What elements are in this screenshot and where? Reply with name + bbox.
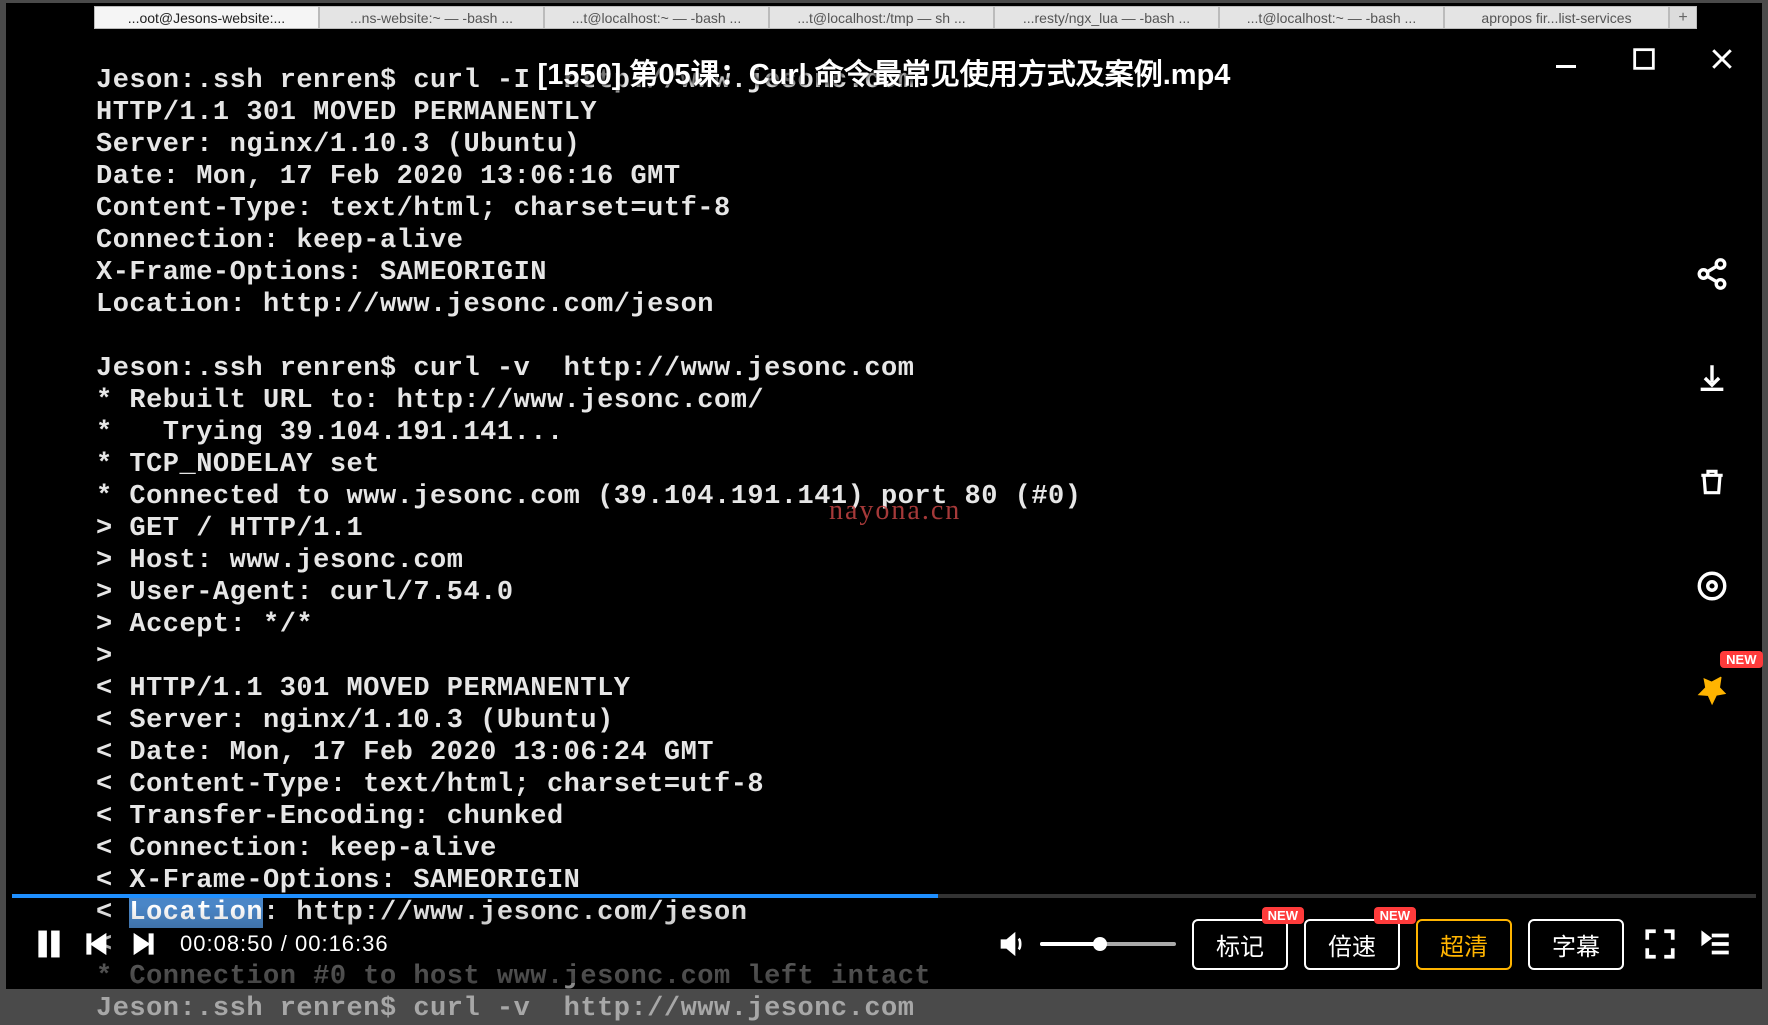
term-line: < Date: Mon, 17 Feb 2020 13:06:24 GMT xyxy=(96,738,714,768)
pause-button[interactable] xyxy=(32,924,66,964)
terminal-tab-5[interactable]: ...resty/ngx_lua — -bash ... xyxy=(994,6,1219,29)
term-line: * Connected to www.jesonc.com (39.104.19… xyxy=(96,482,1081,512)
term-line: < HTTP/1.1 301 MOVED PERMANENTLY xyxy=(96,674,630,704)
volume-thumb[interactable] xyxy=(1093,937,1107,951)
share-icon[interactable] xyxy=(1681,243,1743,305)
progress-bar[interactable] xyxy=(12,894,1756,898)
speed-button[interactable]: 倍速 NEW xyxy=(1304,919,1400,970)
term-line: < X-Frame-Options: SAMEORIGIN xyxy=(96,866,580,896)
term-line: HTTP/1.1 301 MOVED PERMANENTLY xyxy=(96,98,597,128)
term-line: Jeson:.ssh renren$ curl -v http://www.je… xyxy=(96,994,914,1024)
subtitle-button[interactable]: 字幕 xyxy=(1528,919,1624,970)
previous-button[interactable] xyxy=(82,929,112,959)
term-line: * Rebuilt URL to: http://www.jesonc.com/ xyxy=(96,386,764,416)
new-badge: NEW xyxy=(1720,651,1762,668)
progress-played xyxy=(12,894,938,898)
term-line: < Connection: keep-alive xyxy=(96,834,497,864)
playlist-button[interactable] xyxy=(1696,924,1736,964)
term-line: < Content-Type: text/html; charset=utf-8 xyxy=(96,770,764,800)
term-line: Content-Type: text/html; charset=utf-8 xyxy=(96,194,731,224)
quality-button[interactable]: 超清 xyxy=(1416,919,1512,970)
term-line: > GET / HTTP/1.1 xyxy=(96,514,363,544)
volume-slider[interactable] xyxy=(1040,942,1176,946)
time-current: 00:08:50 xyxy=(180,931,274,956)
maximize-button[interactable] xyxy=(1626,41,1662,77)
terminal-tab-3[interactable]: ...t@localhost:~ — -bash ... xyxy=(544,6,769,29)
new-badge: NEW xyxy=(1374,907,1416,924)
download-icon[interactable] xyxy=(1681,347,1743,409)
term-line: < Transfer-Encoding: chunked xyxy=(96,802,564,832)
minimize-button[interactable] xyxy=(1548,41,1584,77)
settings-icon[interactable] xyxy=(1681,555,1743,617)
new-badge: NEW xyxy=(1262,907,1304,924)
terminal-output: Jeson:.ssh renren$ curl -I http://www.je… xyxy=(94,29,1762,989)
time-total: 00:16:36 xyxy=(295,931,389,956)
term-line: Connection: keep-alive xyxy=(96,226,463,256)
term-line: < Server: nginx/1.10.3 (Ubuntu) xyxy=(96,706,614,736)
terminal-tab-2[interactable]: ...ns-website:~ — -bash ... xyxy=(319,6,544,29)
term-line: > xyxy=(96,642,113,672)
term-line: X-Frame-Options: SAMEORIGIN xyxy=(96,258,547,288)
term-line: Date: Mon, 17 Feb 2020 13:06:16 GMT xyxy=(96,162,681,192)
term-line: > User-Agent: curl/7.54.0 xyxy=(96,578,514,608)
terminal-tabs: ...oot@Jesons-website:... ...ns-website:… xyxy=(94,6,1697,29)
term-line: * Trying 39.104.191.141... xyxy=(96,418,564,448)
term-line: > Host: www.jesonc.com xyxy=(96,546,463,576)
next-button[interactable] xyxy=(128,929,158,959)
term-line: > Accept: */* xyxy=(96,610,313,640)
term-line: Jeson:.ssh renren$ curl -I http://www.je… xyxy=(96,66,914,96)
close-button[interactable] xyxy=(1704,41,1740,77)
volume-fill xyxy=(1040,942,1100,946)
pin-icon[interactable]: NEW xyxy=(1681,659,1743,721)
term-line: Jeson:.ssh renren$ curl -v http://www.je… xyxy=(96,354,914,384)
volume-icon[interactable] xyxy=(996,928,1028,960)
time-display: 00:08:50 / 00:16:36 xyxy=(180,931,389,957)
term-line: Server: nginx/1.10.3 (Ubuntu) xyxy=(96,130,580,160)
term-line: * TCP_NODELAY set xyxy=(96,450,380,480)
terminal-tab-7[interactable]: apropos fir...list-services xyxy=(1444,6,1669,29)
terminal-tab-4[interactable]: ...t@localhost:/tmp — sh ... xyxy=(769,6,994,29)
fullscreen-button[interactable] xyxy=(1640,924,1680,964)
delete-icon[interactable] xyxy=(1681,451,1743,513)
mark-button[interactable]: 标记 NEW xyxy=(1192,919,1288,970)
terminal-tab-add[interactable]: + xyxy=(1669,6,1697,29)
terminal-tab-6[interactable]: ...t@localhost:~ — -bash ... xyxy=(1219,6,1444,29)
term-line: Location: http://www.jesonc.com/jeson xyxy=(96,290,714,320)
terminal-tab-1[interactable]: ...oot@Jesons-website:... xyxy=(94,6,319,29)
